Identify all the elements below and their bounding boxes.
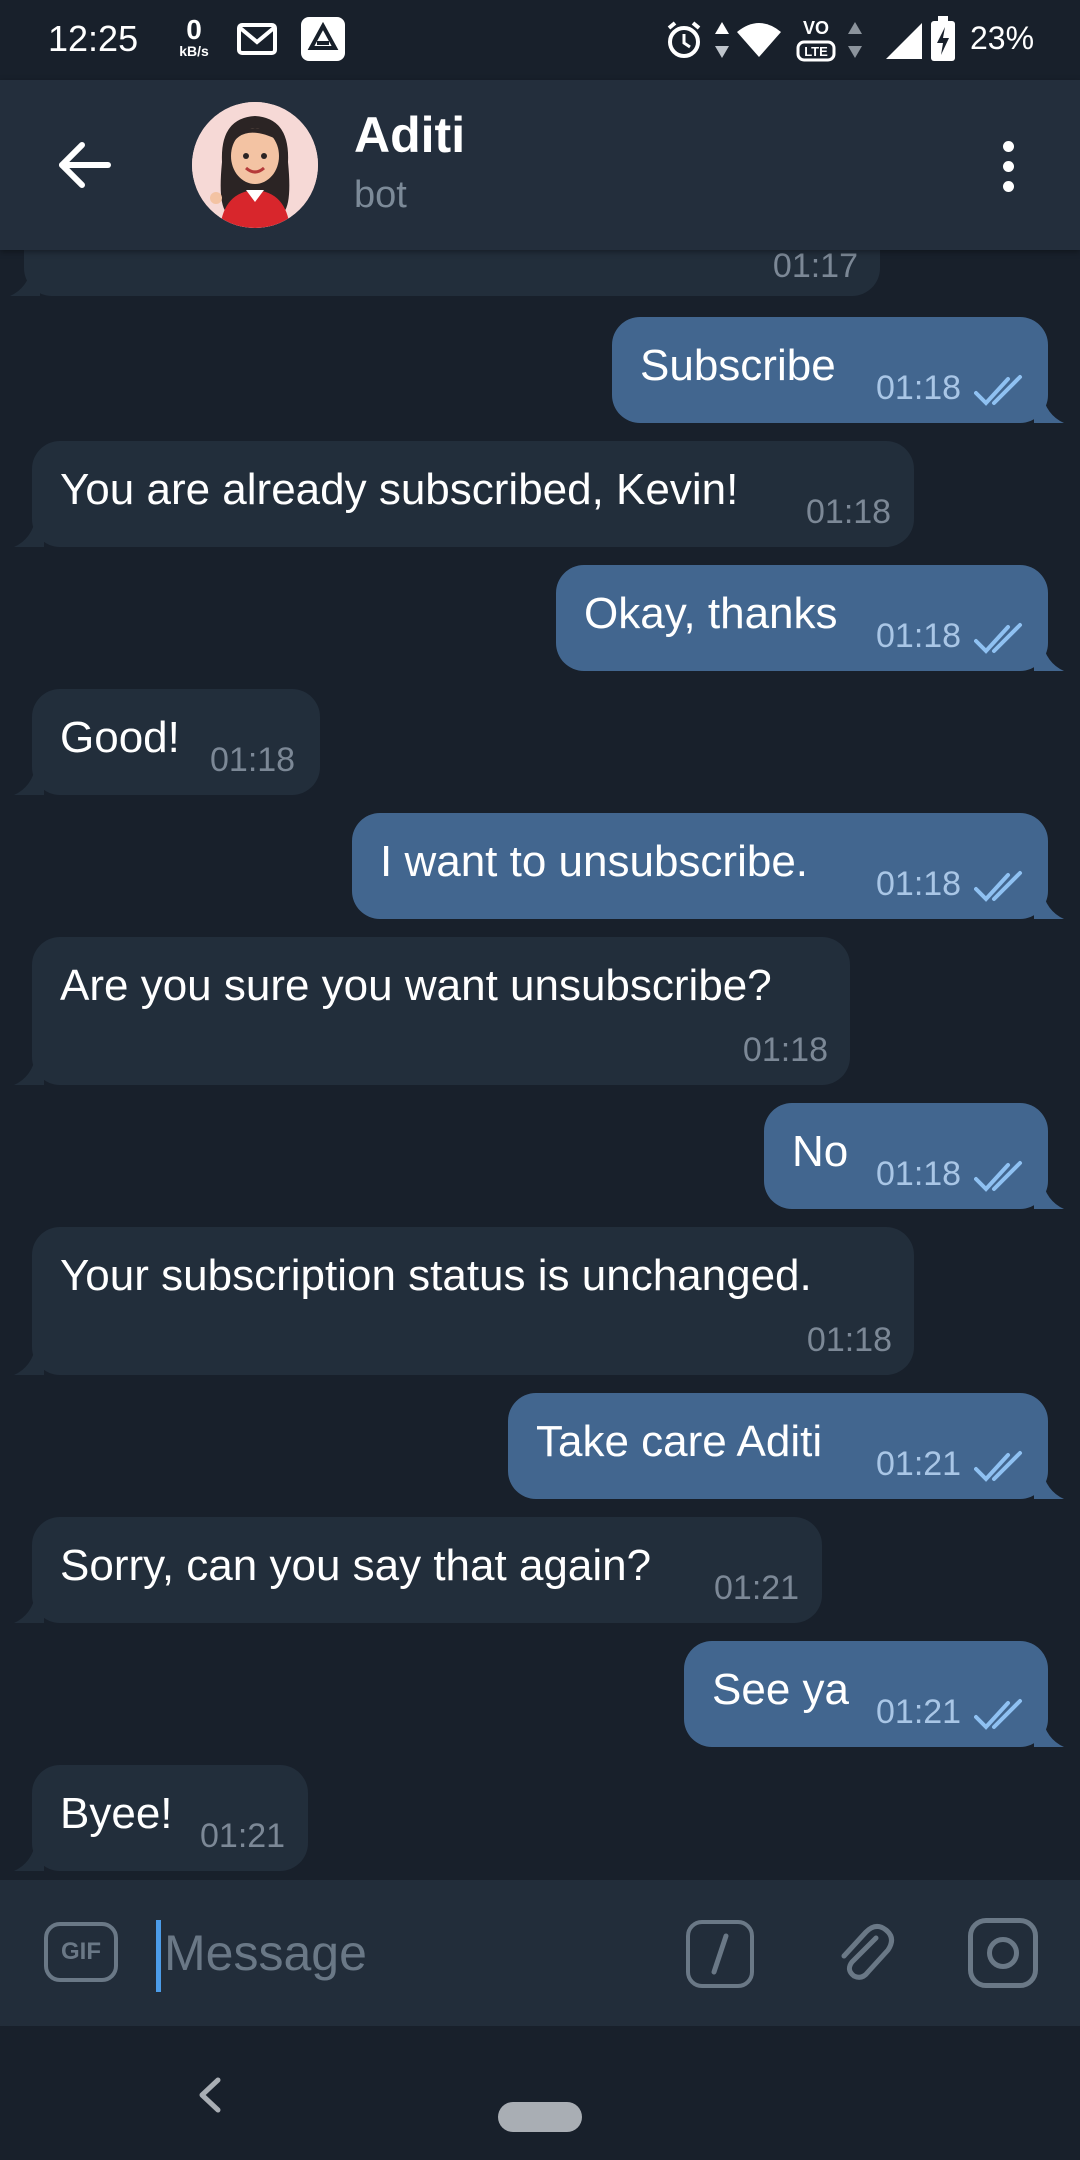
message-incoming[interactable]: Byee! 01:21 <box>32 1765 308 1871</box>
read-ticks-icon <box>974 1699 1022 1730</box>
message-outgoing[interactable]: Take care Aditi 01:21 <box>508 1393 1048 1499</box>
svg-text:LTE: LTE <box>804 44 828 59</box>
message-outgoing[interactable]: Okay, thanks 01:18 <box>556 565 1048 671</box>
message-time: 01:18 <box>876 1155 962 1193</box>
message-incoming[interactable]: You are already subscribed, Kevin! 01:18 <box>32 441 914 547</box>
chat-header: Aditi bot <box>0 80 1080 250</box>
network-speed: 0 kB/s <box>172 14 216 59</box>
message-text: Take care Aditi <box>536 1417 823 1466</box>
bubble-tail <box>1034 641 1064 671</box>
read-ticks-icon <box>974 871 1022 902</box>
bubble-tail <box>14 1055 44 1085</box>
status-bar: 12:25 0 kB/s VO LTE 23% <box>0 0 1080 80</box>
bubble-tail <box>14 1345 44 1375</box>
read-ticks-icon <box>974 623 1022 654</box>
status-time: 12:25 <box>48 18 139 59</box>
text-cursor <box>156 1920 161 1992</box>
wifi-icon <box>737 23 781 57</box>
message-outgoing[interactable]: Subscribe 01:18 <box>612 317 1048 423</box>
message-time: 01:18 <box>876 369 962 407</box>
message-text: Subscribe <box>640 341 836 390</box>
data-arrows-icon <box>715 22 729 58</box>
message-time: 01:21 <box>200 1817 286 1855</box>
message-text: Byee! <box>60 1789 173 1838</box>
message-text: I want to unsubscribe. <box>380 837 809 886</box>
read-ticks-icon <box>974 1161 1022 1192</box>
message-time: 01:18 <box>210 741 296 779</box>
message-time: 01:18 <box>742 1031 828 1069</box>
bubble-tail <box>14 1593 44 1623</box>
battery-charging-icon <box>931 16 955 61</box>
message-text: You are already subscribed, Kevin! <box>60 465 739 514</box>
message-outgoing[interactable]: I want to unsubscribe. 01:18 <box>352 813 1048 919</box>
message-time: 01:18 <box>876 617 962 655</box>
message-text: Are you sure you want unsubscribe? <box>60 961 772 1010</box>
message-text: Okay, thanks <box>584 589 838 638</box>
camera-icon[interactable] <box>968 1918 1038 1988</box>
message-outgoing[interactable]: No 01:18 <box>764 1103 1048 1209</box>
chat-subtitle: bot <box>354 174 407 216</box>
message-incoming[interactable]: Good! 01:18 <box>32 689 320 795</box>
alarm-icon <box>667 21 701 58</box>
network-speed-value: 0 <box>186 14 202 45</box>
battery-percent: 23% <box>970 20 1035 56</box>
message-time: 01:17 <box>772 250 858 285</box>
paperclip-icon[interactable] <box>830 1918 900 1988</box>
bubble-tail <box>14 765 44 795</box>
drive-icon <box>301 17 345 61</box>
bubble-tail <box>1034 1469 1064 1499</box>
volte-icon: VO LTE <box>796 18 836 62</box>
nav-back-icon[interactable] <box>190 2070 230 2120</box>
message-time: 01:18 <box>806 493 892 531</box>
message-incoming[interactable]: Are you sure you want unsubscribe? 01:18 <box>32 937 850 1085</box>
bubble-tail <box>10 266 40 296</box>
message-composer: GIF <box>0 1880 1080 2026</box>
message-time: 01:21 <box>714 1569 800 1607</box>
bubble-tail <box>1034 889 1064 919</box>
read-ticks-icon <box>974 1451 1022 1482</box>
chat-title[interactable]: Aditi <box>354 106 465 164</box>
message-text: Sorry, can you say that again? <box>60 1541 652 1590</box>
message-incoming[interactable]: Sorry, can you say that again? 01:21 <box>32 1517 822 1623</box>
system-nav-bar <box>0 2026 1080 2160</box>
message-incoming[interactable]: Your subscription status is unchanged. 0… <box>32 1227 914 1375</box>
message-text: See ya <box>712 1665 849 1714</box>
network-speed-unit: kB/s <box>179 43 209 59</box>
avatar-image <box>192 102 318 228</box>
bubble-tail <box>14 1841 44 1871</box>
message-time: 01:21 <box>876 1445 962 1483</box>
message-text: Good! <box>60 713 180 762</box>
message-time: 01:18 <box>876 865 962 903</box>
svg-text:VO: VO <box>803 18 829 38</box>
more-vertical-icon[interactable] <box>990 136 1026 196</box>
data-arrows-icon <box>848 22 862 58</box>
message-outgoing[interactable]: See ya 01:21 <box>684 1641 1048 1747</box>
bubble-tail <box>1034 1179 1064 1209</box>
message-input[interactable] <box>164 1910 644 1996</box>
arrow-left-icon[interactable] <box>50 130 120 200</box>
message-incoming[interactable]: 01:17 <box>24 250 880 296</box>
message-time: 01:21 <box>876 1693 962 1731</box>
avatar[interactable] <box>192 102 318 228</box>
bubble-tail <box>14 517 44 547</box>
signal-icon <box>886 23 922 59</box>
message-text: No <box>792 1127 849 1176</box>
message-list[interactable]: 01:17 Subscribe 01:18 You are already su… <box>0 250 1080 1880</box>
gif-button[interactable]: GIF <box>44 1922 118 1982</box>
gmail-icon <box>237 23 277 55</box>
bubble-tail <box>1034 1717 1064 1747</box>
bubble-tail <box>1034 393 1064 423</box>
message-text: Your subscription status is unchanged. <box>60 1251 812 1300</box>
read-ticks-icon <box>974 375 1022 406</box>
message-time: 01:18 <box>806 1321 892 1359</box>
nav-home-pill[interactable] <box>498 2102 582 2132</box>
bot-commands-button[interactable] <box>686 1920 754 1988</box>
slash-icon <box>711 1933 729 1975</box>
